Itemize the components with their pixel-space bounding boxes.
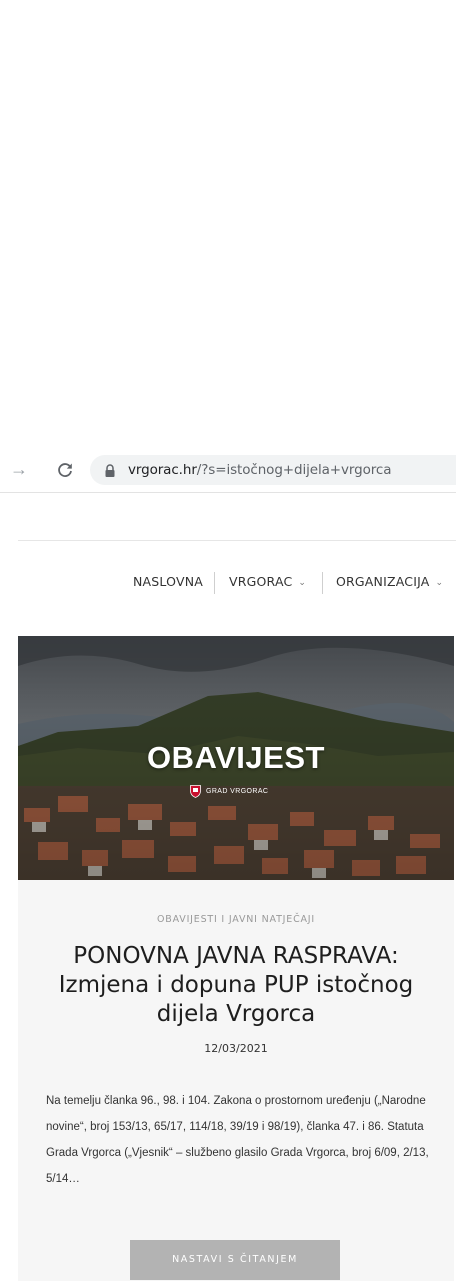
nav-separator [214,572,215,594]
nav-item-vrgorac[interactable]: VRGORAC ⌄ [229,574,306,589]
post-image-logo-text: GRAD VRGORAC [206,787,269,795]
post-image-title: OBAVIJEST [147,740,325,775]
chevron-down-icon: ⌄ [435,578,444,588]
chevron-down-icon: ⌄ [298,578,307,588]
lock-icon [105,464,115,477]
post-excerpt: Na temelju članka 96., 98. i 104. Zakona… [46,1095,429,1185]
nav-item-label: VRGORAC [229,574,293,589]
url-path: /?s=istočnog+dijela+vrgorca [196,462,392,478]
reload-icon[interactable] [56,461,74,479]
post-title[interactable]: PONOVNA JAVNA RASPRAVA: Izmjena i dopuna… [38,942,434,1029]
url-host: vrgorac.hr [128,462,197,478]
browser-toolbar: → vrgorac.hr/?s=istočnog+dijela+vrgorca [0,452,456,488]
nav-item-naslovna[interactable]: NASLOVNA [133,574,203,589]
post-image[interactable]: OBAVIJEST GRAD VRGORAC [18,636,454,880]
read-more-button[interactable]: NASTAVI S ČITANJEM [130,1240,340,1280]
header-divider [18,540,456,541]
toolbar-divider [0,492,456,493]
arrow-right-icon[interactable]: → [10,460,28,478]
nav-item-label: NASLOVNA [133,574,204,589]
url-text: vrgorac.hr/?s=istočnog+dijela+vrgorca [128,462,391,478]
nav-separator [322,572,323,594]
post-category[interactable]: OBAVIJESTI I JAVNI NATJEČAJI [18,914,454,925]
post-image-logo: GRAD VRGORAC [190,784,268,798]
nav-item-label: ORGANIZACIJA [336,574,430,589]
main-nav: NASLOVNA VRGORAC ⌄ ORGANIZACIJA ⌄ [0,572,456,596]
address-bar[interactable]: vrgorac.hr/?s=istočnog+dijela+vrgorca [90,455,456,485]
nav-item-organizacija[interactable]: ORGANIZACIJA ⌄ [336,574,443,589]
shield-crest-icon [190,784,201,798]
post-card: OBAVIJEST GRAD VRGORAC OBAVIJESTI I JAVN… [18,636,454,1281]
post-date: 12/03/2021 [204,1042,268,1055]
page: → vrgorac.hr/?s=istočnog+dijela+vrgorca … [0,0,456,1281]
